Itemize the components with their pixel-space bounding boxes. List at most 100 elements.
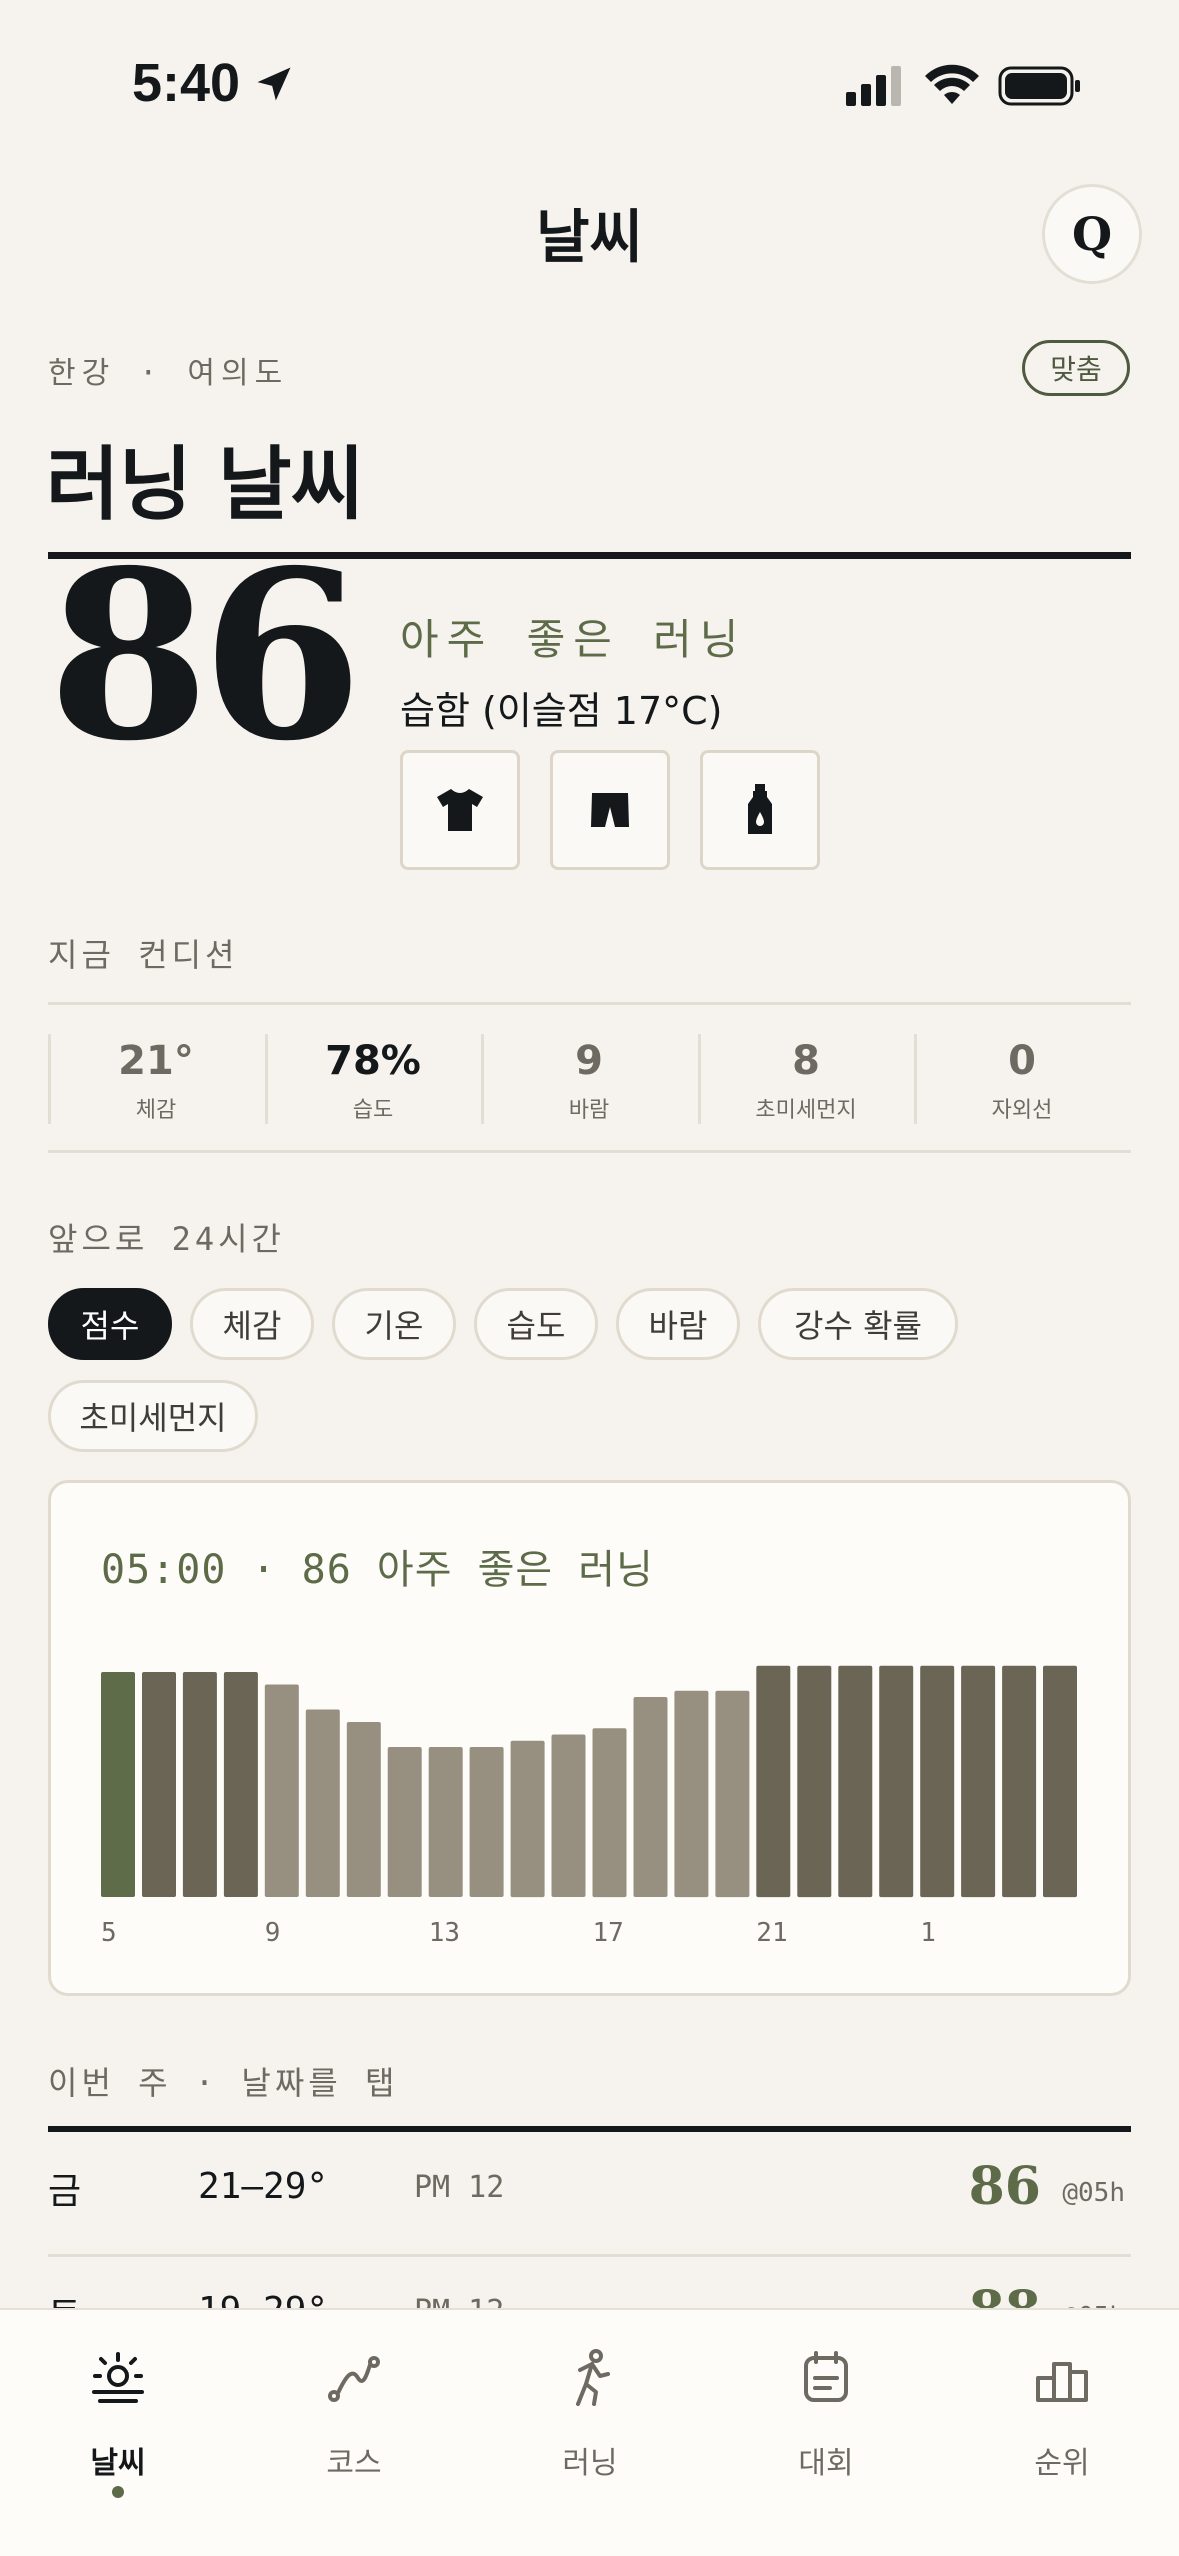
- chart-bar-4[interactable]: [1043, 1665, 1077, 1898]
- condition-caption: 체감: [135, 1098, 177, 1123]
- chart-bar-10[interactable]: [305, 1709, 340, 1898]
- week-best-time: PM 12: [414, 2170, 505, 2205]
- active-tab-indicator: [112, 2486, 124, 2498]
- chart-bar-17[interactable]: [592, 1728, 627, 1898]
- chart-x-tick-label: 17: [593, 1918, 624, 1948]
- chip-score[interactable]: 점수: [48, 1288, 172, 1360]
- tab-label: 러닝: [562, 2446, 618, 2481]
- chart-bar-18[interactable]: [633, 1697, 668, 1897]
- condition-humidity: 78% 습도: [265, 1034, 481, 1124]
- header-title: 날씨: [536, 203, 643, 271]
- forecast-chart-card: 05:00 · 86 아주 좋은 러닝 5 9 13 17 21 1: [48, 1480, 1131, 1996]
- score-rating-label: 아주 좋은 러닝: [400, 615, 747, 664]
- running-score: 86: [48, 519, 363, 792]
- chart-bar-2[interactable]: [961, 1665, 996, 1898]
- chart-x-tick-label: 5: [101, 1918, 117, 1948]
- week-title: 이번 주 · 날짜를 탭: [48, 2064, 399, 2102]
- chart-bar-3[interactable]: [1002, 1665, 1037, 1898]
- chart-bar-12[interactable]: [387, 1747, 422, 1897]
- score-bar-chart[interactable]: 5 9 13 17 21 1: [51, 1483, 1134, 1999]
- condition-caption: 바람: [568, 1098, 610, 1123]
- tshirt-icon: [437, 789, 483, 831]
- chart-bar-21[interactable]: [756, 1665, 791, 1898]
- chart-bar-22[interactable]: [797, 1665, 832, 1898]
- chart-bar-1[interactable]: [920, 1665, 955, 1898]
- shorts-icon: [591, 793, 629, 827]
- chip-pm25[interactable]: 초미세먼지: [48, 1380, 258, 1452]
- week-row-fri[interactable]: 금 21–29° PM 12 86 @05h: [48, 2132, 1131, 2256]
- tab-course[interactable]: 코스: [236, 2340, 472, 2481]
- chart-x-tick-label: 1: [920, 1918, 936, 1948]
- chart-x-tick-label: 13: [429, 1918, 460, 1948]
- condition-value: 21°: [118, 1038, 194, 1084]
- condition-uv: 0 자외선: [914, 1034, 1130, 1124]
- condition-wind: 9 바람: [481, 1034, 697, 1124]
- wifi-icon: [925, 64, 979, 104]
- runner-icon: [576, 2349, 610, 2406]
- podium-icon: [1036, 2362, 1088, 2402]
- location-label: 한강 · 여의도: [48, 356, 289, 391]
- water-bottle-icon: [748, 784, 772, 834]
- score-detail: 습함 (이슬점 17°C): [400, 689, 723, 733]
- forecast-title: 앞으로 24시간: [48, 1220, 285, 1258]
- calendar-icon: [804, 2351, 848, 2402]
- chart-bar-13[interactable]: [428, 1747, 463, 1897]
- profile-button[interactable]: Q: [1042, 184, 1142, 284]
- conditions-bottom-rule: [48, 1150, 1131, 1153]
- condition-pm25: 8 초미세먼지: [698, 1034, 914, 1124]
- condition-caption: 자외선: [991, 1098, 1053, 1123]
- chip-wind[interactable]: 바람: [616, 1288, 740, 1360]
- chart-bar-20[interactable]: [715, 1690, 750, 1898]
- chart-bar-5[interactable]: [101, 1672, 135, 1897]
- chart-bar-11[interactable]: [346, 1722, 381, 1897]
- tab-label: 코스: [326, 2446, 382, 2481]
- chart-bar-9[interactable]: [264, 1684, 299, 1898]
- chart-bar-16[interactable]: [551, 1734, 586, 1898]
- chart-bar-8[interactable]: [223, 1672, 258, 1897]
- chip-temperature[interactable]: 기온: [332, 1288, 456, 1360]
- route-icon: [328, 2356, 380, 2402]
- status-time: 5:40: [132, 53, 241, 113]
- location-arrow-icon: [257, 67, 291, 101]
- custom-badge[interactable]: 맞춤: [1022, 340, 1130, 396]
- condition-caption: 초미세먼지: [755, 1098, 857, 1123]
- tab-label: 날씨: [90, 2446, 146, 2481]
- tab-label: 대회: [798, 2446, 854, 2481]
- week-day: 금: [48, 2171, 82, 2212]
- chip-humidity[interactable]: 습도: [474, 1288, 598, 1360]
- cellular-signal-icon: [846, 66, 901, 106]
- sunrise-icon: [92, 2352, 144, 2403]
- chart-bar-19[interactable]: [674, 1690, 709, 1898]
- condition-value: 0: [1008, 1038, 1036, 1084]
- tab-weather[interactable]: 날씨: [0, 2340, 236, 2498]
- condition-value: 9: [575, 1038, 603, 1084]
- tab-running[interactable]: 러닝: [472, 2340, 708, 2481]
- condition-caption: 습도: [352, 1098, 394, 1123]
- chart-x-tick-label: 21: [756, 1918, 787, 1948]
- condition-value: 8: [792, 1038, 820, 1084]
- tab-bar: 날씨 코스 러닝 대회 순위: [0, 2308, 1179, 2556]
- chart-bar-23[interactable]: [838, 1665, 873, 1898]
- tab-races[interactable]: 대회: [708, 2340, 944, 2481]
- tab-ranking[interactable]: 순위: [944, 2340, 1179, 2481]
- tab-label: 순위: [1034, 2446, 1090, 2481]
- condition-feels-like: 21° 체감: [48, 1034, 264, 1124]
- chart-bar-6[interactable]: [142, 1672, 176, 1897]
- week-score: 86: [968, 2156, 1041, 2217]
- chart-bar-14[interactable]: [469, 1747, 504, 1897]
- week-score-hour: @05h: [1062, 2178, 1125, 2208]
- chart-bar-0[interactable]: [879, 1665, 914, 1898]
- chip-precipitation[interactable]: 강수 확률: [758, 1288, 958, 1360]
- condition-value: 78%: [325, 1038, 421, 1084]
- gear-shirt-tile[interactable]: [400, 750, 520, 870]
- chart-bar-15[interactable]: [510, 1740, 545, 1898]
- chart-bar-7[interactable]: [182, 1672, 217, 1897]
- week-temp-range: 21–29°: [198, 2166, 329, 2207]
- chip-feels-like[interactable]: 체감: [190, 1288, 314, 1360]
- gear-shorts-tile[interactable]: [550, 750, 670, 870]
- chart-x-tick-label: 9: [265, 1918, 281, 1948]
- conditions-top-rule: [48, 1002, 1131, 1005]
- gear-bottle-tile[interactable]: [700, 750, 820, 870]
- status-bar: 5:40: [0, 0, 1179, 150]
- battery-icon: [998, 66, 1080, 106]
